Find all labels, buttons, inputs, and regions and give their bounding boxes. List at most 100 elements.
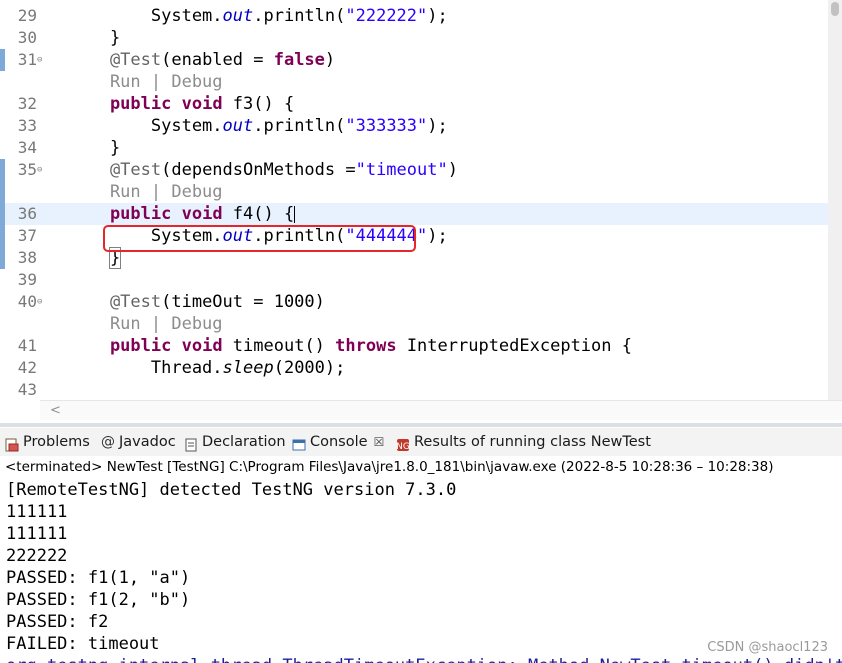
code-text: @Test(enabled = false) (69, 49, 335, 71)
code-text: Thread.sleep(2000); (69, 357, 346, 379)
code-line-33[interactable]: 33 System.out.println("333333"); (0, 115, 828, 137)
code-token: void (181, 336, 223, 356)
scroll-left-arrow-icon[interactable]: < (50, 401, 61, 420)
fold-toggle-icon[interactable]: ⊖ (37, 55, 42, 65)
code-lens-row[interactable]: Run | Debug (0, 181, 828, 203)
code-token: ) (324, 50, 336, 70)
console-line: PASSED: f1(2, "b") (6, 590, 191, 610)
code-token: (dependsOnMethods = (161, 160, 356, 180)
tab-problems[interactable]: Problems (5, 428, 90, 456)
scrollbar-thumb[interactable] (831, 2, 839, 16)
line-number: 43 (17, 380, 37, 399)
tab-javadoc[interactable]: @ Javadoc (101, 428, 176, 456)
line-number: 29 (17, 6, 37, 25)
code-line-39[interactable]: 39 (0, 269, 828, 291)
code-line-35[interactable]: 35 ⊖ @Test(dependsOnMethods ="timeout") (0, 159, 828, 181)
console-line: 111111 (6, 524, 68, 544)
line-number: 39 (17, 270, 37, 289)
code-token: throws (335, 336, 397, 356)
fold-toggle-icon[interactable]: ⊖ (37, 165, 42, 175)
code-token: @Test (69, 160, 162, 180)
line-number: 41 (17, 336, 37, 355)
code-token: System. (69, 116, 223, 136)
editor-vertical-scrollbar[interactable] (828, 0, 842, 400)
fold-toggle-icon[interactable]: ⊖ (37, 297, 42, 307)
watermark: CSDN @shaocl123 (707, 640, 828, 655)
code-line-42[interactable]: 42 Thread.sleep(2000); (0, 357, 828, 379)
code-token: } (69, 28, 121, 48)
console-icon (292, 434, 306, 451)
close-icon[interactable]: ☒ (374, 435, 385, 449)
code-lens-row[interactable]: Run | Debug (0, 313, 828, 335)
run-debug-code-lens[interactable]: Run | Debug (69, 182, 223, 202)
console-line: 111111 (6, 502, 68, 522)
code-token: ); (427, 226, 448, 246)
declaration-icon (184, 434, 198, 452)
code-line-31[interactable]: 31 ⊖ @Test(enabled = false) (0, 49, 828, 71)
tab-results[interactable]: NG Results of running class NewTest (396, 428, 651, 456)
code-token: ) (447, 160, 458, 180)
code-line-40[interactable]: 40 ⊖ @Test(timeOut = 1000) (0, 291, 828, 313)
code-token: System. (69, 6, 223, 26)
code-line-32[interactable]: 32 public void f3() { (0, 93, 828, 115)
code-token: out (222, 6, 254, 26)
line-number (5, 313, 37, 335)
code-line-34[interactable]: 34 } (0, 137, 828, 159)
code-text: @Test(dependsOnMethods ="timeout") (69, 159, 458, 181)
code-token: @Test (69, 50, 162, 70)
code-line-43[interactable]: 43 (0, 379, 828, 401)
line-number: 35 (17, 160, 37, 179)
line-number: 38 (17, 248, 37, 267)
code-text: System.out.println("222222"); (69, 5, 448, 27)
code-line-36[interactable]: 36 public void f4() { (0, 203, 828, 225)
tab-problems-label: Problems (23, 434, 90, 450)
code-token: ); (427, 116, 448, 136)
code-token: "222222" (345, 6, 428, 26)
text-caret (294, 205, 296, 223)
line-number: 33 (17, 116, 37, 135)
run-debug-code-lens[interactable]: Run | Debug (69, 314, 223, 334)
code-line-30[interactable]: 30 } (0, 27, 828, 49)
console-output[interactable]: [RemoteTestNG] detected TestNG version 7… (0, 478, 842, 663)
tab-declaration-label: Declaration (202, 434, 286, 450)
code-text: } (69, 137, 120, 159)
code-token: "333333" (345, 116, 428, 136)
code-line-41[interactable]: 41 public void timeout() throws Interrup… (0, 335, 828, 357)
line-number: 36 (17, 204, 37, 223)
code-token: (2000); (273, 358, 346, 378)
line-number: 37 (17, 226, 37, 245)
code-token: timeout() (222, 336, 336, 356)
code-lens-row[interactable]: Run | Debug (0, 71, 828, 93)
code-token: f4() { (222, 204, 295, 224)
console-line: 222222 (6, 546, 68, 566)
code-token: } (69, 138, 121, 158)
editor-horizontal-scrollbar[interactable]: < (40, 400, 842, 420)
line-number: 42 (17, 358, 37, 377)
line-number: 30 (17, 28, 37, 47)
code-editor[interactable]: 29 System.out.println("222222"); 30 } 31 ⊖ … (0, 0, 842, 423)
tab-console-label: Console (310, 434, 368, 450)
code-line-29[interactable]: 29 System.out.println("222222"); (0, 5, 828, 27)
code-token: "timeout" (355, 160, 448, 180)
tab-declaration[interactable]: Declaration (184, 428, 286, 456)
console-line: PASSED: f1(1, "a") (6, 568, 191, 588)
line-number: 34 (17, 138, 37, 157)
testng-results-icon: NG (396, 434, 410, 452)
tab-console[interactable]: Console ☒ (292, 428, 384, 456)
problems-icon (5, 434, 19, 452)
editor-panel-divider[interactable] (0, 423, 842, 427)
svg-text:NG: NG (396, 442, 410, 452)
code-text: Run | Debug (69, 181, 223, 203)
console-status-text: <terminated> NewTest [TestNG] C:\Program… (5, 459, 774, 475)
code-token: void (181, 94, 223, 114)
run-debug-code-lens[interactable]: Run | Debug (69, 72, 223, 92)
code-token: @Test (69, 292, 162, 312)
code-token: void (181, 204, 223, 224)
code-text: } (69, 27, 120, 49)
code-token: .println( (253, 116, 346, 136)
code-token: ); (427, 6, 448, 26)
code-token: .println( (253, 6, 346, 26)
